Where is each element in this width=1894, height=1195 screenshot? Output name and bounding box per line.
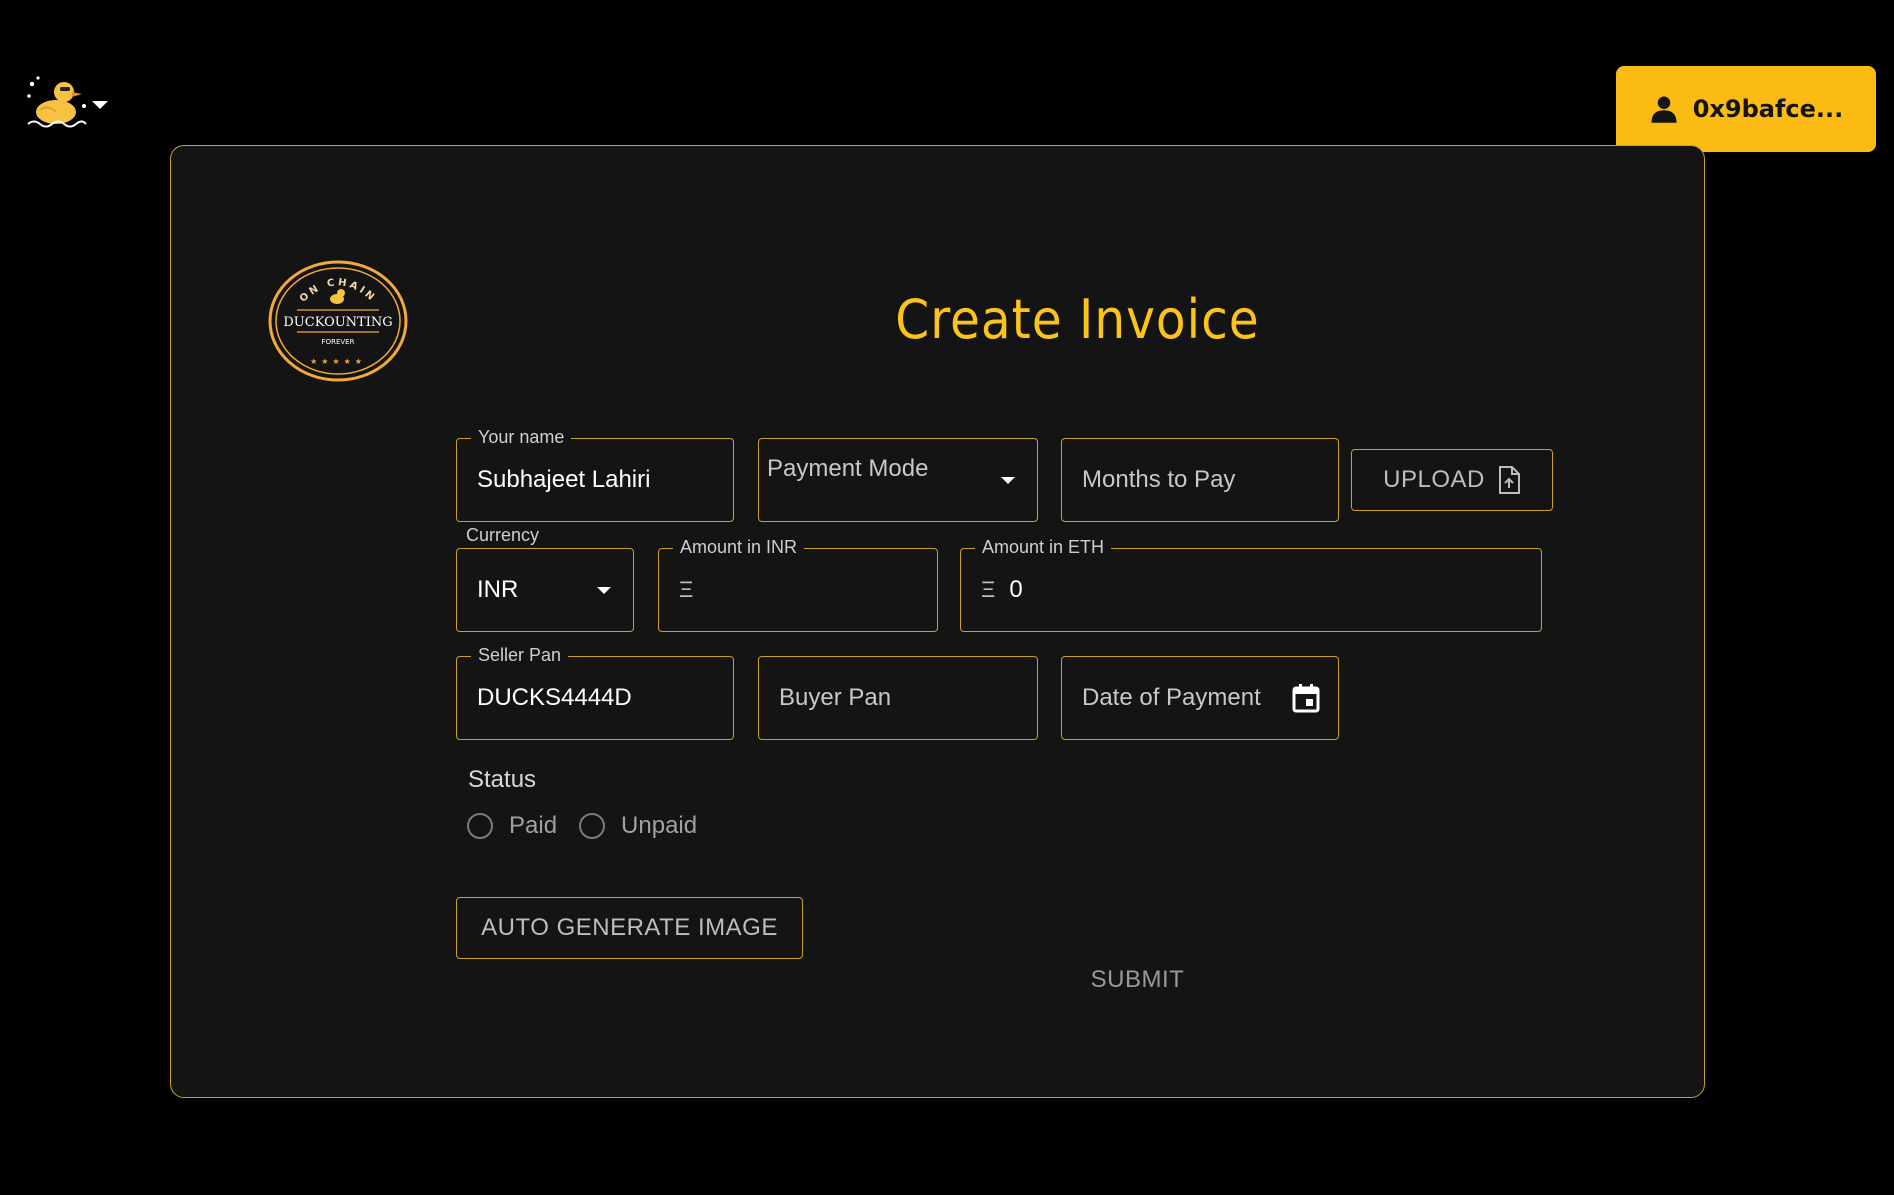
eth-prefix-icon: Ξ <box>981 577 996 602</box>
your-name-label: Your name <box>471 427 572 448</box>
chevron-down-icon <box>1001 477 1015 484</box>
amount-inr-label: Amount in INR <box>673 537 805 558</box>
currency-value: INR <box>477 576 519 603</box>
svg-text:★★★★★: ★★★★★ <box>310 357 366 366</box>
page-title: Create Invoice <box>895 288 1260 351</box>
app-menu-button[interactable] <box>26 74 108 132</box>
currency-select[interactable]: Currency INR <box>456 525 634 632</box>
eth-prefix-icon: Ξ <box>679 577 694 602</box>
radio-circle-icon <box>467 813 493 839</box>
submit-button[interactable]: SUBMIT <box>638 966 1238 994</box>
your-name-field[interactable]: Your name Subhajeet Lahiri <box>456 427 734 522</box>
upload-button[interactable]: UPLOAD <box>1351 449 1553 511</box>
amount-eth-value: 0 <box>1009 576 1023 603</box>
buyer-pan-placeholder: Buyer Pan <box>779 684 892 711</box>
upload-label: UPLOAD <box>1383 466 1485 493</box>
file-upload-icon <box>1498 466 1520 494</box>
wallet-account-button[interactable]: 0x9bafce... <box>1616 66 1876 152</box>
months-to-pay-field[interactable]: Months to Pay <box>1061 438 1339 522</box>
status-unpaid-label: Unpaid <box>621 812 698 839</box>
amount-inr-field[interactable]: Amount in INR Ξ <box>658 537 938 632</box>
amount-eth-label: Amount in ETH <box>975 537 1112 558</box>
amount-eth-field[interactable]: Amount in ETH Ξ 0 <box>960 537 1542 632</box>
status-paid-label: Paid <box>509 812 558 839</box>
chevron-down-icon <box>92 101 108 109</box>
duck-logo-icon <box>27 76 87 128</box>
status-unpaid-radio[interactable]: Unpaid <box>579 812 697 840</box>
status-label: Status <box>468 766 537 793</box>
wallet-address: 0x9bafce... <box>1692 95 1844 123</box>
months-to-pay-placeholder: Months to Pay <box>1082 466 1236 493</box>
status-radio-group: Paid Unpaid <box>467 812 697 840</box>
user-icon <box>1651 96 1677 123</box>
payment-mode-select[interactable]: Payment Mode <box>758 438 1038 522</box>
buyer-pan-field[interactable]: Buyer Pan <box>758 656 1038 740</box>
your-name-value: Subhajeet Lahiri <box>477 466 651 493</box>
seller-pan-label: Seller Pan <box>471 645 569 666</box>
date-of-payment-placeholder: Date of Payment <box>1082 684 1261 711</box>
invoice-card: ON CHAIN DUCKOUNTING FOREVER ★★★★★ Creat… <box>170 145 1705 1098</box>
chevron-down-icon <box>597 587 611 594</box>
auto-generate-image-button[interactable]: AUTO GENERATE IMAGE <box>456 897 803 959</box>
date-of-payment-field[interactable]: Date of Payment <box>1061 656 1339 740</box>
seller-pan-field[interactable]: Seller Pan DUCKS4444D <box>456 645 734 740</box>
seller-pan-value: DUCKS4444D <box>477 684 632 711</box>
payment-mode-placeholder: Payment Mode <box>767 455 929 482</box>
status-paid-radio[interactable]: Paid <box>467 812 557 840</box>
calendar-icon[interactable] <box>1292 683 1320 713</box>
radio-circle-icon <box>579 813 606 839</box>
currency-label: Currency <box>466 525 540 545</box>
